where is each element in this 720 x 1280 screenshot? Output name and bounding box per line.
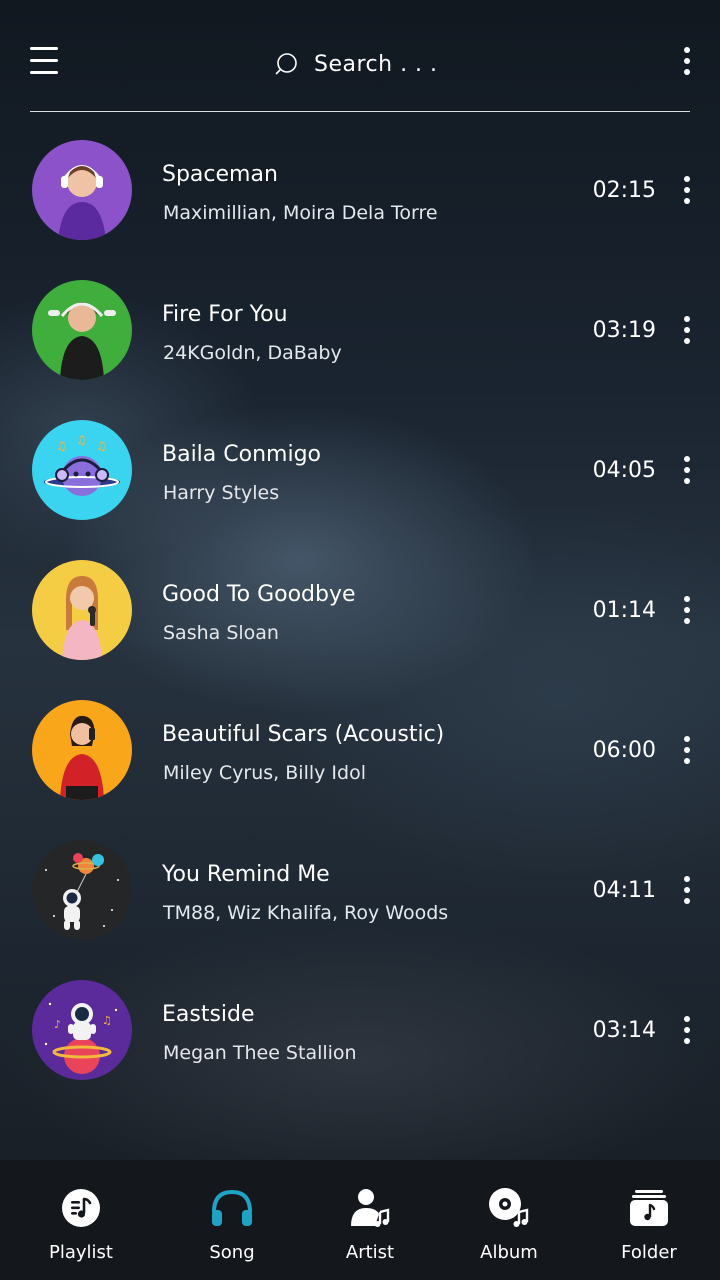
song-duration: 06:00 xyxy=(592,738,656,763)
svg-text:♫: ♫ xyxy=(56,439,67,453)
song-options-icon[interactable] xyxy=(682,596,692,624)
song-row[interactable]: Good To Goodbye Sasha Sloan 01:14 xyxy=(0,560,720,660)
search-bar[interactable]: Search . . . xyxy=(274,44,438,84)
song-duration: 03:14 xyxy=(592,1018,656,1043)
artist-icon xyxy=(351,1189,390,1227)
album-art xyxy=(32,840,132,940)
song-row[interactable]: Spaceman Maximillian, Moira Dela Torre 0… xyxy=(0,140,720,240)
nav-label: Song xyxy=(209,1242,255,1263)
nav-label: Folder xyxy=(621,1242,677,1263)
svg-text:♫: ♫ xyxy=(76,433,87,447)
search-icon xyxy=(275,53,297,75)
song-duration: 04:05 xyxy=(592,458,656,483)
song-title: Spaceman xyxy=(162,162,278,187)
playlist-icon xyxy=(62,1189,100,1227)
song-duration: 04:11 xyxy=(592,878,656,903)
nav-folder[interactable]: Folder xyxy=(579,1160,719,1280)
song-options-icon[interactable] xyxy=(682,316,692,344)
svg-text:♫: ♫ xyxy=(102,1014,112,1027)
nav-album[interactable]: Album xyxy=(439,1160,579,1280)
nav-playlist[interactable]: Playlist xyxy=(11,1160,151,1280)
hamburger-menu-icon[interactable] xyxy=(30,47,58,75)
album-art: ♪ ♫ xyxy=(32,980,132,1080)
song-duration: 03:19 xyxy=(592,318,656,343)
song-row[interactable]: ♫ ♫ ♫ Baila Conmigo Harry Styles 04:05 xyxy=(0,420,720,520)
song-options-icon[interactable] xyxy=(682,176,692,204)
album-icon xyxy=(489,1188,529,1227)
song-artist: Maximillian, Moira Dela Torre xyxy=(163,202,438,224)
album-art xyxy=(32,700,132,800)
header-divider xyxy=(30,111,690,112)
nav-label: Playlist xyxy=(49,1242,113,1263)
bottom-navigation: Playlist Song Artist Album Folder xyxy=(0,1160,720,1280)
svg-text:♫: ♫ xyxy=(96,439,107,453)
song-title: Fire For You xyxy=(162,302,288,327)
song-row[interactable]: You Remind Me TM88, Wiz Khalifa, Roy Woo… xyxy=(0,840,720,940)
song-row[interactable]: ♪ ♫ Eastside Megan Thee Stallion 03:14 xyxy=(0,980,720,1080)
song-title: Baila Conmigo xyxy=(162,442,322,467)
song-artist: Miley Cyrus, Billy Idol xyxy=(163,762,366,784)
more-vertical-icon[interactable] xyxy=(682,47,692,75)
song-artist: TM88, Wiz Khalifa, Roy Woods xyxy=(163,902,449,924)
album-art xyxy=(32,140,132,240)
song-duration: 02:15 xyxy=(592,178,656,203)
song-row[interactable]: Beautiful Scars (Acoustic) Miley Cyrus, … xyxy=(0,700,720,800)
song-row[interactable]: Fire For You 24KGoldn, DaBaby 03:19 xyxy=(0,280,720,380)
app-header: Search . . . xyxy=(0,0,720,112)
song-title: Good To Goodbye xyxy=(162,582,356,607)
album-art xyxy=(32,560,132,660)
folder-icon xyxy=(630,1190,668,1226)
song-artist: Megan Thee Stallion xyxy=(163,1042,357,1064)
song-title: Beautiful Scars (Acoustic) xyxy=(162,722,445,747)
nav-artist[interactable]: Artist xyxy=(300,1160,440,1280)
song-artist: 24KGoldn, DaBaby xyxy=(163,342,342,364)
album-art: ♫ ♫ ♫ xyxy=(32,420,132,520)
song-duration: 01:14 xyxy=(592,598,656,623)
song-artist: Harry Styles xyxy=(163,482,280,504)
song-title: Eastside xyxy=(162,1002,255,1027)
song-options-icon[interactable] xyxy=(682,876,692,904)
song-options-icon[interactable] xyxy=(682,456,692,484)
song-options-icon[interactable] xyxy=(682,1016,692,1044)
search-input[interactable]: Search . . . xyxy=(314,52,438,77)
headphones-icon xyxy=(212,1189,252,1226)
song-artist: Sasha Sloan xyxy=(163,622,279,644)
nav-label: Artist xyxy=(345,1242,395,1263)
song-options-icon[interactable] xyxy=(682,736,692,764)
nav-song[interactable]: Song xyxy=(162,1160,302,1280)
nav-label: Album xyxy=(480,1242,538,1263)
album-art xyxy=(32,280,132,380)
song-title: You Remind Me xyxy=(162,862,330,887)
svg-text:♪: ♪ xyxy=(54,1018,61,1031)
